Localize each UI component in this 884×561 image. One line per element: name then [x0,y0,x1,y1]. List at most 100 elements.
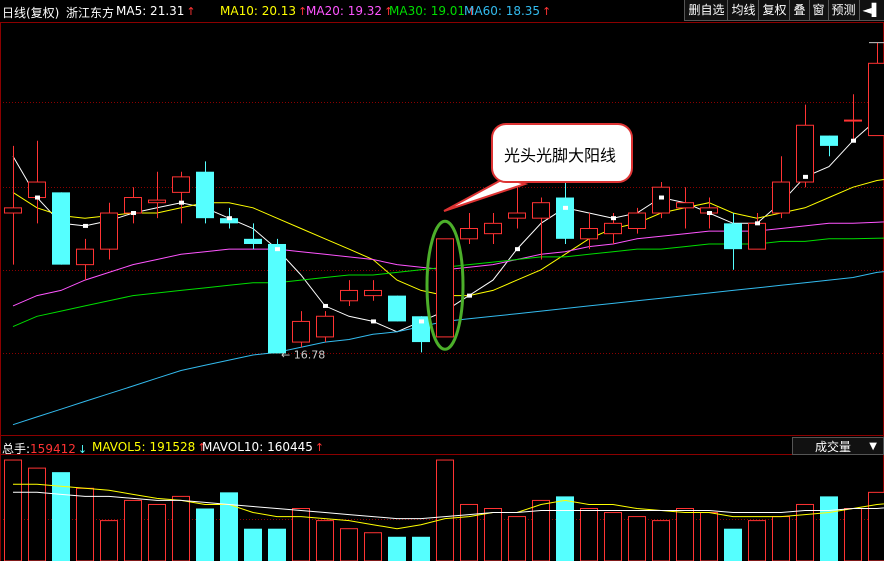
volume-bar [76,487,94,561]
volume-bar [868,491,884,561]
volume-bar [628,516,646,561]
ma5-marker [179,200,184,205]
candle-body [364,289,382,297]
volume-bar [556,496,574,561]
toolbar-button-5[interactable]: 窗 [808,0,828,21]
ma5-marker [803,174,808,179]
volume-bar [4,459,22,561]
callout-text: 光头光脚大阳线 [504,146,617,165]
volume-bar [412,536,430,561]
candle-body [268,243,286,354]
ma5-marker [851,138,856,143]
volume-bar [196,508,214,561]
toolbar-button-4[interactable]: 叠 [789,0,809,21]
ma5-marker [707,211,712,216]
ma5-marker [131,211,136,216]
candle-body [532,202,550,219]
candle-body [868,62,884,137]
toolbar: 删自选 均线 复权叠窗预测 ◄▌ [684,0,884,22]
up-arrow-icon: ↑ [542,5,552,18]
toolbar-button-2[interactable]: 均线 [727,0,759,21]
candle-body [100,212,118,250]
volume-bar [28,467,46,561]
candle-body [652,186,670,214]
ma5-marker [227,216,232,221]
volume-bar [220,492,238,561]
candle-body [124,197,142,214]
candle-body [628,212,646,229]
volume-bar [604,512,622,561]
toolbar-button-7[interactable]: ◄▌ [858,0,884,21]
candle-body [52,192,70,265]
toolbar-button-1[interactable]: 删自选 [684,0,728,21]
volume-bar [100,520,118,561]
ma-readout-1: MA5: 21.31 ↑ [116,4,196,18]
mavol10-readout: MAVOL10: 160445 ↑ [202,440,324,454]
volume-bar [508,516,526,561]
ma5-marker [83,223,88,228]
candle-body [508,212,526,219]
candle-body [4,207,22,214]
candle-body [460,228,478,240]
candle-body [748,222,766,250]
volume-bar [844,508,862,561]
up-arrow-icon: ↑ [314,441,325,454]
mavol5-readout: MAVOL5: 191528 ↑ [92,440,206,454]
volume-bar [316,520,334,561]
volume-bar [244,528,262,561]
stock-name: 浙江东方 [66,6,115,20]
chart-canvas: ← 22.80← 16.78 [0,22,884,561]
mavol10-label: MAVOL10: [202,440,264,454]
candle-body [772,181,790,214]
candle-body [196,171,214,219]
volume-bar [676,508,694,561]
ma5-marker [611,216,616,221]
up-arrow-icon: ↑ [186,5,196,18]
volume-bar [772,516,790,561]
ma5-marker [275,247,280,252]
candle-body [436,238,454,338]
ma5-marker [467,293,472,298]
volume-bar [484,508,502,561]
main-chart-header: 日线(复权) 浙江东方 MA5: 21.31 ↑ MA10: 20.13 ↑ MA20:… [0,0,884,22]
low-label: ← 16.78 [281,348,325,361]
volume-indicator-select[interactable]: 成交量 ▼ [792,437,884,455]
ma-readout-3: MA20: 19.32 ↑ [306,4,394,18]
ma-readout-2: MA10: 20.13 ↑ [220,4,308,18]
mavol5-label: MAVOL5: [92,440,146,454]
candle-body [556,197,574,239]
total-volume-label: 总手: [2,442,31,456]
candle-body [844,119,862,122]
volume-bar [796,503,814,561]
candle-body [484,222,502,235]
candle-body [796,124,814,183]
caret-down-icon: ▼ [869,441,877,452]
volume-bar [364,532,382,561]
volume-indicator-value: 成交量 [815,440,852,454]
candle-body [292,320,310,343]
volume-bar [700,512,718,561]
volume-bar [172,495,190,561]
candle-body [676,202,694,209]
toolbar-button-6[interactable]: 预测 [827,0,859,21]
volume-bar [748,520,766,561]
candle-body [28,181,46,199]
candle-body [316,315,334,338]
volume-bar [268,528,286,561]
mavol5-value: 191528 [149,440,196,454]
volume-bar [148,503,166,561]
ma5-marker [419,319,424,324]
ma5-marker [659,195,664,200]
volume-bar [124,499,142,561]
volume-header: 总手:159412 ↓ MAVOL5: 191528 ↑ MAVOL10: 1604… [0,437,884,457]
candle-body [148,199,166,204]
volume-bar [652,520,670,561]
candle-body [724,223,742,250]
total-volume: 总手:159412 ↓ [2,440,87,457]
candle-body [172,176,190,193]
volume-bar [724,528,742,561]
ma5-marker [323,303,328,308]
period-label[interactable]: 日线(复权) [2,4,59,21]
candle-body [604,222,622,235]
toolbar-button-3[interactable]: 复权 [758,0,790,21]
